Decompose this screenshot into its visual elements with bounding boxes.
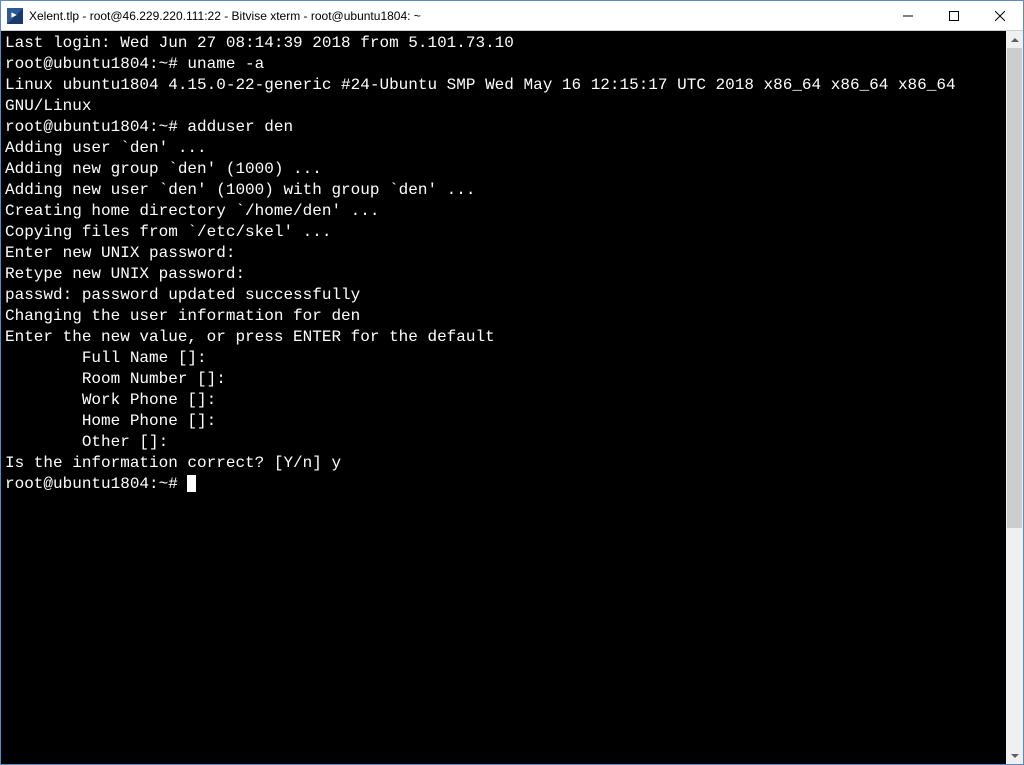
terminal-line: Enter the new value, or press ENTER for … [5,327,1002,348]
terminal-output[interactable]: Last login: Wed Jun 27 08:14:39 2018 fro… [1,31,1006,764]
terminal-line: Changing the user information for den [5,306,1002,327]
terminal-line: Work Phone []: [5,390,1002,411]
chevron-down-icon [1011,754,1019,758]
window-titlebar: Xelent.tlp - root@46.229.220.111:22 - Bi… [1,1,1023,31]
terminal-line: Linux ubuntu1804 4.15.0-22-generic #24-U… [5,75,1002,96]
maximize-button[interactable] [931,1,977,30]
chevron-up-icon [1011,38,1019,42]
close-button[interactable] [977,1,1023,30]
terminal-line: Last login: Wed Jun 27 08:14:39 2018 fro… [5,33,1002,54]
terminal-prompt: root@ubuntu1804:~# [5,475,187,493]
app-icon [7,8,23,24]
maximize-icon [949,11,959,21]
terminal-cursor [187,475,196,492]
terminal-line: Full Name []: [5,348,1002,369]
terminal-line: passwd: password updated successfully [5,285,1002,306]
terminal-line: GNU/Linux [5,96,1002,117]
minimize-button[interactable] [885,1,931,30]
terminal-container: Last login: Wed Jun 27 08:14:39 2018 fro… [1,31,1023,764]
terminal-line: root@ubuntu1804:~# adduser den [5,117,1002,138]
scroll-up-button[interactable] [1006,31,1023,48]
window-title: Xelent.tlp - root@46.229.220.111:22 - Bi… [29,9,885,23]
terminal-line: Copying files from `/etc/skel' ... [5,222,1002,243]
terminal-line: Adding user `den' ... [5,138,1002,159]
scroll-down-button[interactable] [1006,747,1023,764]
terminal-line: Home Phone []: [5,411,1002,432]
terminal-line: Adding new group `den' (1000) ... [5,159,1002,180]
terminal-line: Adding new user `den' (1000) with group … [5,180,1002,201]
terminal-line: Room Number []: [5,369,1002,390]
vertical-scrollbar[interactable] [1006,31,1023,764]
close-icon [995,11,1005,21]
terminal-line: root@ubuntu1804:~# uname -a [5,54,1002,75]
window-controls [885,1,1023,30]
terminal-line: Enter new UNIX password: [5,243,1002,264]
terminal-prompt-line: root@ubuntu1804:~# [5,474,1002,495]
terminal-line: Other []: [5,432,1002,453]
terminal-line: Creating home directory `/home/den' ... [5,201,1002,222]
minimize-icon [903,11,913,21]
terminal-line: Retype new UNIX password: [5,264,1002,285]
scroll-thumb[interactable] [1007,48,1022,528]
terminal-line: Is the information correct? [Y/n] y [5,453,1002,474]
